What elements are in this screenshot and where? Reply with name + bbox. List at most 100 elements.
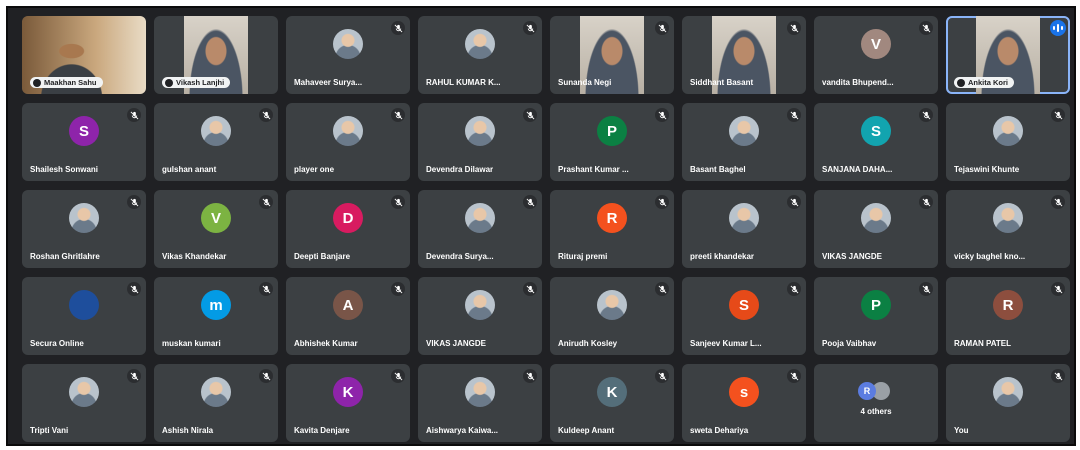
participant-tile[interactable]: preeti khandekar — [682, 190, 806, 268]
participant-name: Roshan Ghritlahre — [30, 252, 100, 261]
pin-icon — [165, 78, 173, 87]
participant-avatar: S — [69, 116, 99, 146]
participant-avatar — [333, 116, 363, 146]
participant-tile[interactable]: Mahaveer Surya... — [286, 16, 410, 94]
participant-tile[interactable]: Roshan Ghritlahre — [22, 190, 146, 268]
participant-name: Ankita Kori — [968, 78, 1009, 87]
participant-avatar — [69, 377, 99, 407]
participant-tile[interactable]: Aishwarya Kaiwa... — [418, 364, 542, 442]
participant-tile[interactable]: Vikash Lanjhi — [154, 16, 278, 94]
participant-name: preeti khandekar — [690, 252, 755, 261]
participant-tile[interactable]: R RAMAN PATEL — [946, 277, 1070, 355]
others-avatar-letter: R — [858, 382, 876, 400]
participant-name-pill: Maakhan Sahu — [30, 77, 103, 88]
mic-off-icon — [391, 195, 405, 209]
participant-tile[interactable]: K Kuldeep Anant — [550, 364, 674, 442]
participant-tile[interactable]: Devendra Surya... — [418, 190, 542, 268]
participant-avatar: A — [333, 290, 363, 320]
participant-tile[interactable]: Siddhant Basant — [682, 16, 806, 94]
participant-tile[interactable]: K Kavita Denjare — [286, 364, 410, 442]
participant-tile[interactable]: Basant Baghel — [682, 103, 806, 181]
participant-tile[interactable]: S Sanjeev Kumar L... — [682, 277, 806, 355]
mic-off-icon — [127, 282, 141, 296]
mic-off-icon — [1051, 282, 1065, 296]
participant-tile[interactable]: S SANJANA DAHA... — [814, 103, 938, 181]
mic-off-icon — [391, 21, 405, 35]
participant-name: Sanjeev Kumar L... — [690, 339, 762, 348]
participant-tile[interactable]: P Pooja Vaibhav — [814, 277, 938, 355]
participant-name: Abhishek Kumar — [294, 339, 358, 348]
participant-tile[interactable]: Ashish Nirala — [154, 364, 278, 442]
mic-off-icon — [655, 282, 669, 296]
participant-name: RAMAN PATEL — [954, 339, 1012, 348]
mic-off-icon — [787, 195, 801, 209]
mic-off-icon — [1051, 195, 1065, 209]
participant-tile[interactable]: vicky baghel kno... — [946, 190, 1070, 268]
participant-avatar — [69, 290, 99, 320]
participant-avatar: s — [729, 377, 759, 407]
participant-avatar — [993, 203, 1023, 233]
participant-name: muskan kumari — [162, 339, 221, 348]
participant-tile[interactable]: RAHUL KUMAR K... — [418, 16, 542, 94]
participant-tile[interactable]: V Vikas Khandekar — [154, 190, 278, 268]
participant-tile[interactable]: Secura Online — [22, 277, 146, 355]
mic-off-icon — [523, 195, 537, 209]
participant-tile[interactable]: Vvandita Bhupend... — [814, 16, 938, 94]
mic-off-icon — [655, 195, 669, 209]
mic-off-icon — [1051, 108, 1065, 122]
participant-tile[interactable]: Tejaswini Khunte — [946, 103, 1070, 181]
participant-avatar: K — [597, 377, 627, 407]
mic-off-icon — [787, 282, 801, 296]
participant-tile[interactable]: VIKAS JANGDE — [418, 277, 542, 355]
participant-tile[interactable]: Anirudh Kosley — [550, 277, 674, 355]
participant-name: Pooja Vaibhav — [822, 339, 877, 348]
participant-grid: Maakhan Sahu Vikash Lanjhi Mahaveer Surya.… — [22, 16, 1070, 442]
participant-tile[interactable]: Ankita Kori — [946, 16, 1070, 94]
participant-name-pill: Ankita Kori — [954, 77, 1015, 88]
participant-avatar — [729, 203, 759, 233]
participant-tile[interactable]: player one — [286, 103, 410, 181]
participant-name: Tejaswini Khunte — [954, 165, 1020, 174]
participant-name: Prashant Kumar ... — [558, 165, 629, 174]
participant-tile[interactable]: R 4 others — [814, 364, 938, 442]
participant-tile[interactable]: gulshan anant — [154, 103, 278, 181]
participant-tile[interactable]: Tripti Vani — [22, 364, 146, 442]
participant-name-pill: Vikash Lanjhi — [162, 77, 231, 88]
participant-name: sweta Dehariya — [690, 426, 749, 435]
participant-tile[interactable]: P Prashant Kumar ... — [550, 103, 674, 181]
participant-avatar — [993, 377, 1023, 407]
participant-tile[interactable]: R Rituraj premi — [550, 190, 674, 268]
participant-name: Vikas Khandekar — [162, 252, 227, 261]
mic-off-icon — [259, 108, 273, 122]
participant-tile[interactable]: VIKAS JANGDE — [814, 190, 938, 268]
participant-name: Vikash Lanjhi — [176, 78, 225, 87]
participant-tile[interactable]: s sweta Dehariya — [682, 364, 806, 442]
participant-avatar: V — [861, 29, 891, 59]
participant-name: Devendra Dilawar — [426, 165, 494, 174]
participant-name: gulshan anant — [162, 165, 217, 174]
participant-tile[interactable]: S Shailesh Sonwani — [22, 103, 146, 181]
mic-off-icon — [919, 108, 933, 122]
participant-avatar: S — [729, 290, 759, 320]
participant-avatar: P — [597, 116, 627, 146]
participant-tile[interactable]: m muskan kumari — [154, 277, 278, 355]
participant-name: Anirudh Kosley — [558, 339, 618, 348]
participant-name: Basant Baghel — [690, 165, 746, 174]
participant-avatar: V — [201, 203, 231, 233]
mic-off-icon — [655, 108, 669, 122]
participant-name: Ashish Nirala — [162, 426, 214, 435]
participant-tile[interactable]: D Deepti Banjare — [286, 190, 410, 268]
mic-off-icon — [523, 21, 537, 35]
participant-tile[interactable]: Sunanda Negi — [550, 16, 674, 94]
participant-avatar — [465, 377, 495, 407]
participant-avatar — [69, 203, 99, 233]
participant-tile[interactable]: Maakhan Sahu — [22, 16, 146, 94]
mic-off-icon — [919, 21, 933, 35]
participant-tile[interactable]: A Abhishek Kumar — [286, 277, 410, 355]
participant-avatar — [465, 116, 495, 146]
participant-name: Deepti Banjare — [294, 252, 351, 261]
mic-off-icon — [127, 195, 141, 209]
participant-tile[interactable]: Devendra Dilawar — [418, 103, 542, 181]
participant-tile[interactable]: You — [946, 364, 1070, 442]
participant-name: vicky baghel kno... — [954, 252, 1026, 261]
